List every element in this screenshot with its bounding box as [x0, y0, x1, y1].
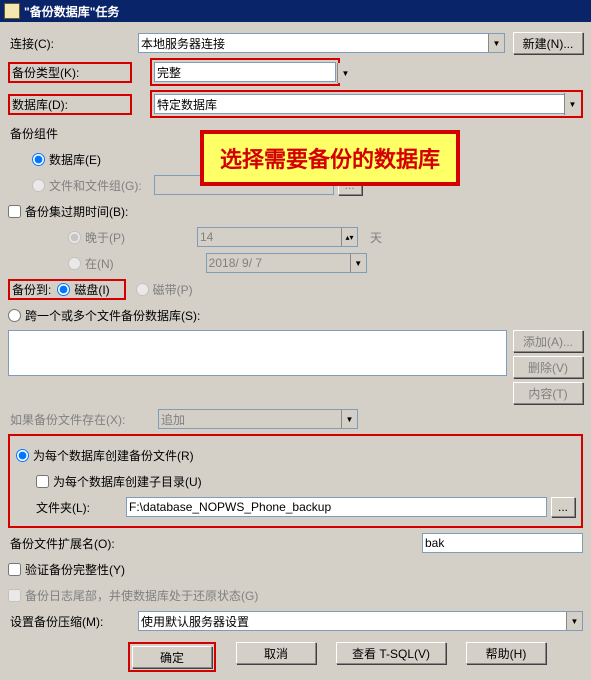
check-tail-log: [8, 589, 21, 602]
row-file-list: 添加(A)... 删除(V) 内容(T): [8, 330, 583, 404]
row-expire: 备份集过期时间(B):: [8, 200, 583, 222]
chevron-down-icon[interactable]: ▼: [488, 34, 504, 52]
row-connection: 连接(C): ▼ 新建(N)...: [8, 32, 583, 54]
browse-folder-button[interactable]: ...: [551, 497, 575, 517]
row-backup-to: 备份到: 磁盘(I) 磁带(P): [8, 278, 583, 300]
remove-button: 删除(V): [513, 356, 583, 378]
row-at: 在(N) ▼: [8, 252, 583, 274]
chevron-down-icon[interactable]: ▼: [566, 612, 582, 630]
label-backup-type: 备份类型(K):: [8, 62, 132, 83]
ok-button[interactable]: 确定: [132, 646, 212, 668]
ext-textbox[interactable]: [422, 533, 583, 553]
select-compression[interactable]: [138, 611, 583, 631]
spinner-days: [197, 227, 358, 247]
row-tail-log: 备份日志尾部，并使数据库处于还原状态(G): [8, 584, 583, 606]
row-if-exists: 如果备份文件存在(X): ▼: [8, 408, 583, 430]
check-verify[interactable]: [8, 563, 21, 576]
label-database: 数据库(D):: [8, 94, 132, 115]
label-ext: 备份文件扩展名(O):: [8, 535, 158, 552]
add-button: 添加(A)...: [513, 330, 583, 352]
chevron-down-icon[interactable]: ▼: [337, 63, 353, 83]
footer-buttons: 确定 取消 查看 T-SQL(V) 帮助(H): [8, 642, 583, 672]
date-picker: [206, 253, 367, 273]
chevron-down-icon: ▼: [341, 410, 357, 428]
row-database: 数据库(D): ▼: [8, 90, 583, 118]
radio-tape: [136, 283, 149, 296]
contents-button: 内容(T): [513, 382, 583, 404]
window-icon: [4, 3, 20, 19]
callout-annotation: 选择需要备份的数据库: [200, 130, 460, 186]
row-backup-type: 备份类型(K): ▼: [8, 58, 583, 86]
radio-at: [68, 257, 81, 270]
radio-create-per-db[interactable]: [16, 449, 29, 462]
row-span: 跨一个或多个文件备份数据库(S):: [8, 304, 583, 326]
radio-disk[interactable]: [57, 283, 70, 296]
select-backup-type[interactable]: [154, 62, 336, 82]
spinner-arrows-icon: ▴▾: [341, 228, 357, 246]
label-backup-component: 备份组件: [8, 125, 138, 142]
check-expire[interactable]: [8, 205, 21, 218]
radio-later-than: [68, 231, 81, 244]
help-button[interactable]: 帮助(H): [466, 642, 546, 664]
cancel-button[interactable]: 取消: [236, 642, 316, 664]
group-create-per-db: 为每个数据库创建备份文件(R) 为每个数据库创建子目录(U) 文件夹(L): .…: [8, 434, 583, 528]
view-tsql-button[interactable]: 查看 T-SQL(V): [336, 642, 446, 664]
row-compression: 设置备份压缩(M): ▼: [8, 610, 583, 632]
new-button[interactable]: 新建(N)...: [513, 32, 583, 54]
select-connection[interactable]: [138, 33, 505, 53]
label-compression: 设置备份压缩(M):: [8, 613, 138, 630]
window-title: "备份数据库"任务: [24, 3, 119, 20]
row-later-than: 晚于(P) ▴▾ 天: [8, 226, 583, 248]
row-ext: 备份文件扩展名(O):: [8, 532, 583, 554]
radio-span[interactable]: [8, 309, 21, 322]
folder-textbox[interactable]: [126, 497, 547, 517]
label-folder: 文件夹(L):: [36, 499, 126, 516]
select-if-exists: [158, 409, 358, 429]
label-connection: 连接(C):: [8, 35, 138, 52]
label-days: 天: [370, 229, 382, 246]
label-if-exists: 如果备份文件存在(X):: [8, 411, 158, 428]
check-create-subdir[interactable]: [36, 475, 49, 488]
radio-database-input[interactable]: [32, 153, 45, 166]
window-titlebar: "备份数据库"任务: [0, 0, 591, 22]
chevron-down-icon: ▼: [350, 254, 366, 272]
row-verify: 验证备份完整性(Y): [8, 558, 583, 580]
label-backup-to: 备份到:: [12, 281, 51, 298]
select-database[interactable]: [154, 94, 579, 114]
radio-files-input: [32, 179, 45, 192]
backup-file-list[interactable]: [8, 330, 507, 376]
chevron-down-icon[interactable]: ▼: [564, 93, 580, 115]
